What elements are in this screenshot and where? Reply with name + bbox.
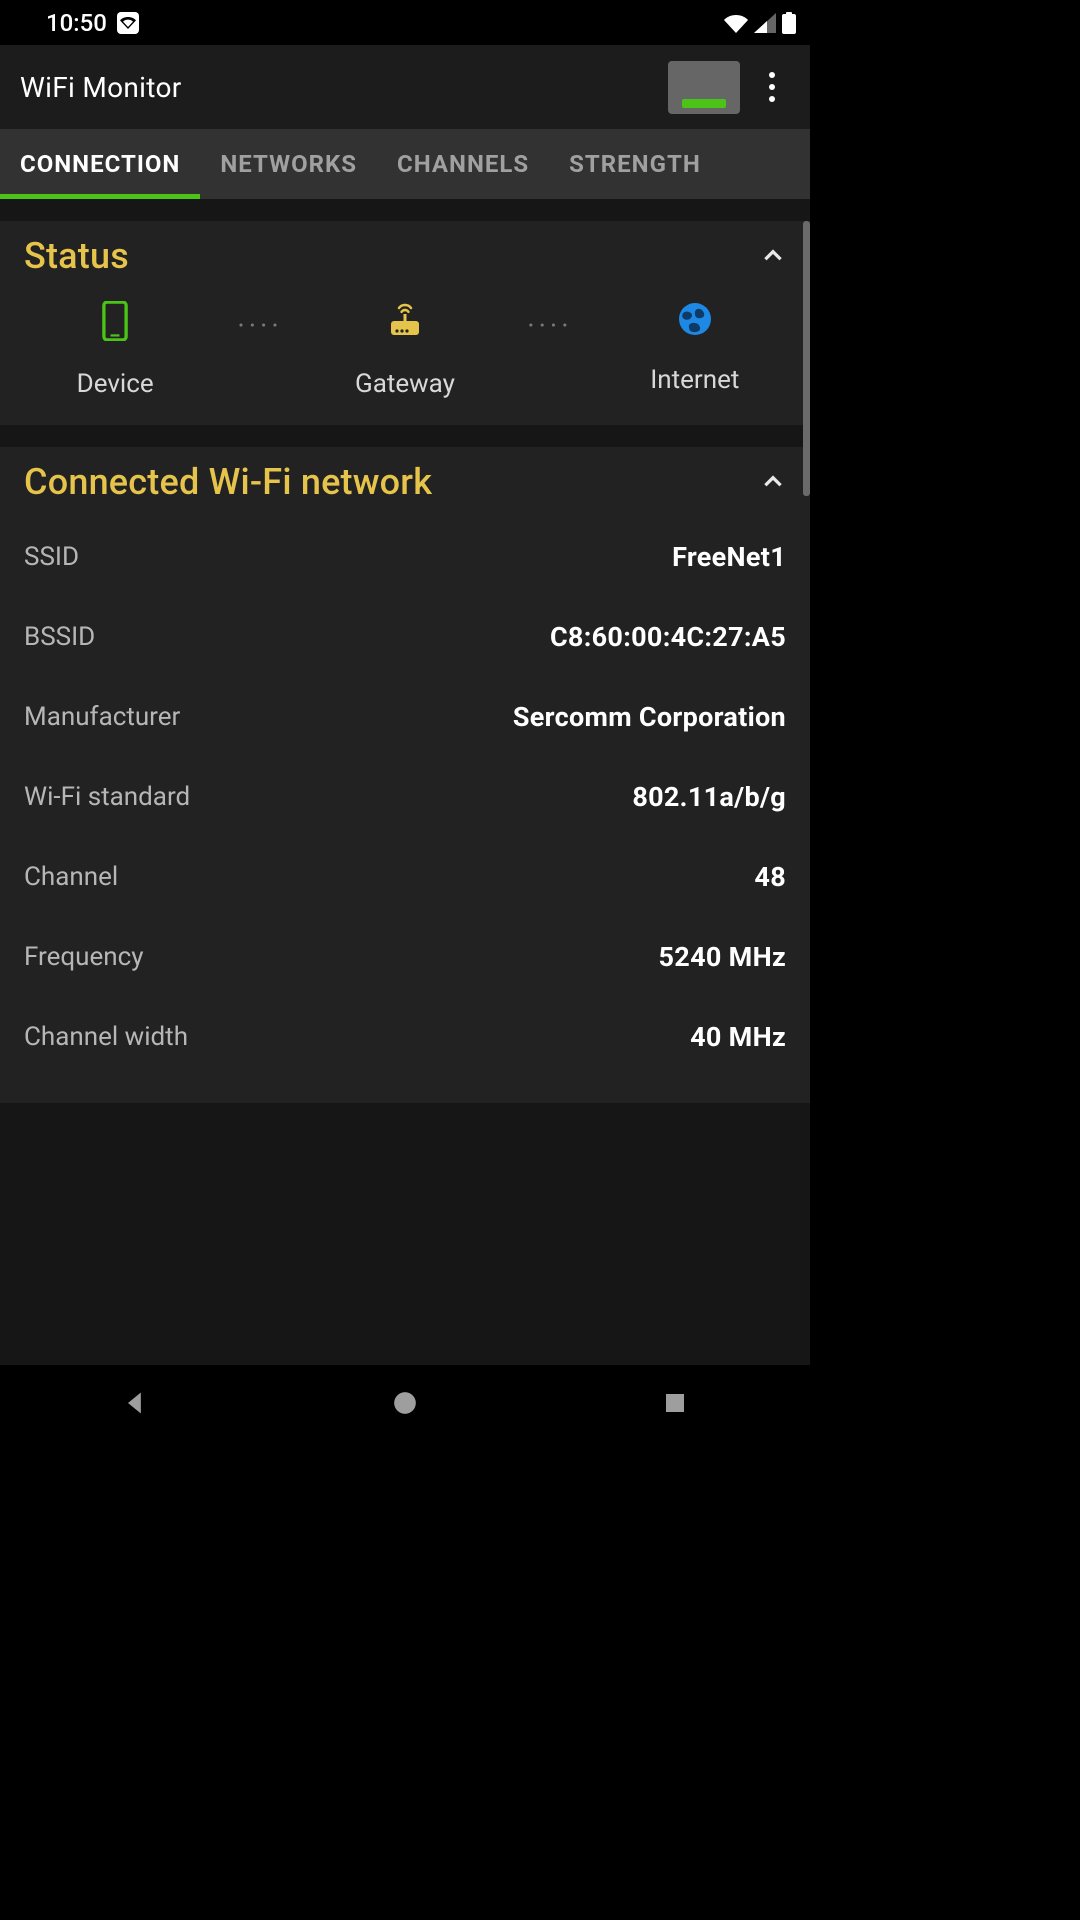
appbar: WiFi Monitor: [0, 45, 810, 129]
status-gateway: Gateway: [345, 301, 465, 399]
row-channel: Channel 48: [24, 837, 786, 917]
status-card-title: Status: [24, 235, 129, 277]
dots-separator: ····: [237, 309, 282, 342]
status-topology: Device ···· Gat: [24, 301, 786, 399]
overflow-menu-button[interactable]: [754, 61, 790, 113]
kv-label: Manufacturer: [24, 702, 180, 732]
status-card-header[interactable]: Status: [24, 235, 786, 277]
globe-icon: [677, 301, 713, 337]
kv-label: Channel width: [24, 1022, 188, 1052]
chevron-up-icon: [760, 469, 786, 495]
row-frequency: Frequency 5240 MHz: [24, 917, 786, 997]
dots-separator: ····: [527, 309, 572, 342]
home-button[interactable]: [386, 1384, 424, 1422]
status-device: Device: [55, 301, 175, 399]
kv-value: 5240 MHz: [658, 941, 786, 973]
android-navbar: [0, 1365, 810, 1440]
cell-signal-icon: [754, 13, 776, 33]
kv-value: 802.11a/b/g: [632, 781, 786, 813]
tab-strength[interactable]: STRENGTH: [549, 129, 721, 199]
tab-channels[interactable]: CHANNELS: [377, 129, 549, 199]
kv-value: Sercomm Corporation: [513, 701, 786, 733]
tab-connection-label: CONNECTION: [20, 150, 180, 178]
status-card: Status Device ····: [0, 221, 810, 425]
tabbar: CONNECTION NETWORKS CHANNELS STRENGTH: [0, 129, 810, 199]
network-card: Connected Wi-Fi network SSID FreeNet1 BS…: [0, 447, 810, 1103]
kv-label: SSID: [24, 542, 79, 572]
tab-strength-label: STRENGTH: [569, 150, 701, 178]
kv-label: Channel: [24, 862, 118, 892]
row-wifi-standard: Wi-Fi standard 802.11a/b/g: [24, 757, 786, 837]
kv-label: BSSID: [24, 622, 95, 652]
status-internet-label: Internet: [650, 365, 739, 395]
app-title: WiFi Monitor: [20, 71, 182, 104]
router-icon: [385, 301, 425, 341]
network-card-header[interactable]: Connected Wi-Fi network: [24, 461, 786, 503]
kv-label: Wi-Fi standard: [24, 782, 190, 812]
kv-value: C8:60:00:4C:27:A5: [550, 621, 786, 653]
network-card-title: Connected Wi-Fi network: [24, 461, 432, 503]
tab-networks-label: NETWORKS: [220, 150, 357, 178]
phone-icon: [100, 301, 130, 341]
battery-icon: [782, 12, 796, 34]
wifi-monitor-notif-icon: [117, 12, 139, 34]
tab-channels-label: CHANNELS: [397, 150, 529, 178]
statusbar-right: [724, 12, 796, 34]
status-device-label: Device: [77, 369, 154, 399]
kv-value: 48: [754, 861, 786, 893]
content-scroll[interactable]: Status Device ····: [0, 199, 810, 1365]
recents-button[interactable]: [656, 1384, 694, 1422]
tab-connection[interactable]: CONNECTION: [0, 129, 200, 199]
statusbar-left: 10:50: [14, 9, 139, 37]
kv-value: 40 MHz: [690, 1021, 786, 1053]
status-internet: Internet: [635, 301, 755, 395]
scrollbar-thumb[interactable]: [803, 221, 810, 496]
kv-label: Frequency: [24, 942, 144, 972]
tab-networks[interactable]: NETWORKS: [200, 129, 377, 199]
kv-value: FreeNet1: [672, 541, 786, 573]
row-manufacturer: Manufacturer Sercomm Corporation: [24, 677, 786, 757]
wifi-signal-icon: [724, 13, 748, 33]
chevron-up-icon: [760, 243, 786, 269]
row-ssid: SSID FreeNet1: [24, 517, 786, 597]
signal-strength-button[interactable]: [668, 61, 740, 114]
status-gateway-label: Gateway: [355, 369, 455, 399]
network-details-list: SSID FreeNet1 BSSID C8:60:00:4C:27:A5 Ma…: [24, 517, 786, 1077]
overflow-icon: [769, 72, 775, 102]
row-channel-width: Channel width 40 MHz: [24, 997, 786, 1077]
signal-strength-bar: [682, 99, 726, 108]
statusbar-time: 10:50: [46, 9, 107, 37]
back-button[interactable]: [116, 1384, 154, 1422]
row-bssid: BSSID C8:60:00:4C:27:A5: [24, 597, 786, 677]
android-statusbar: 10:50: [0, 0, 810, 45]
